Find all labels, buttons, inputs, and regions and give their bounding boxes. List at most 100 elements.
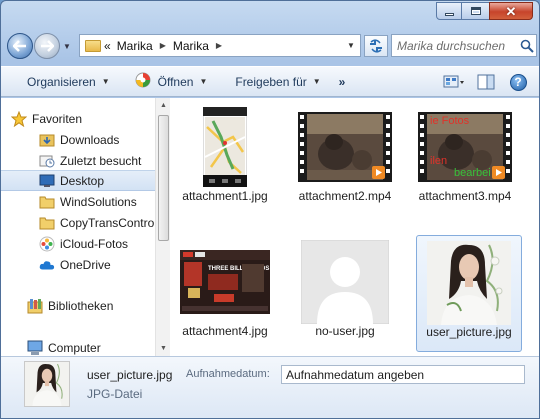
folder-icon bbox=[85, 39, 101, 52]
file-item[interactable]: THREE BILLBOARDS attachment4.jpg bbox=[175, 237, 275, 350]
nav-item-desktop[interactable]: Desktop bbox=[1, 170, 155, 191]
nav-item-icloud-photos[interactable]: iCloud-Fotos bbox=[39, 233, 155, 254]
file-thumbnail bbox=[297, 240, 393, 324]
scrollbar-thumb[interactable] bbox=[158, 115, 169, 241]
star-icon bbox=[11, 110, 27, 127]
nav-item-favorites[interactable]: Favoriten bbox=[11, 108, 155, 129]
nav-item-label: Zuletzt besucht bbox=[60, 153, 142, 168]
open-button[interactable]: Öffnen ▼ bbox=[126, 69, 216, 94]
folder-icon bbox=[39, 215, 55, 231]
recent-pages-dropdown[interactable]: ▼ bbox=[61, 36, 73, 56]
file-name: attachment1.jpg bbox=[182, 189, 268, 203]
organize-label: Organisieren bbox=[27, 74, 96, 89]
video-overlay-text: ie Fotos bbox=[430, 115, 470, 127]
chevron-down-icon: ▼ bbox=[101, 77, 110, 86]
nav-item-label: WindSolutions bbox=[60, 194, 137, 209]
navigation-pane: Favoriten Downloads Zuletzt besucht Desk… bbox=[1, 98, 155, 356]
search-input[interactable]: Marika durchsuchen bbox=[397, 39, 518, 53]
close-button[interactable]: ✕ bbox=[489, 2, 533, 20]
search-icon[interactable] bbox=[518, 37, 536, 55]
nav-item-label: CopyTransContro bbox=[60, 215, 155, 230]
file-name: attachment3.mp4 bbox=[418, 189, 512, 203]
nav-item-label: Downloads bbox=[60, 132, 120, 147]
video-thumbnail bbox=[298, 112, 392, 182]
video-thumbnail: ie Fotos ilen bearbei bbox=[418, 112, 512, 182]
poster-thumbnail: THREE BILLBOARDS bbox=[180, 250, 270, 314]
details-thumbnail bbox=[24, 361, 70, 407]
address-bar[interactable]: « Marika ▶ Marika ▶ ▼ bbox=[79, 34, 361, 57]
refresh-icon bbox=[370, 39, 382, 53]
nav-item-label: iCloud-Fotos bbox=[60, 236, 129, 251]
caption-buttons: ✕ bbox=[436, 2, 533, 20]
file-name: attachment2.mp4 bbox=[298, 189, 392, 203]
file-item[interactable]: attachment2.mp4 bbox=[295, 102, 395, 215]
breadcrumb-separator-icon[interactable]: ▶ bbox=[156, 41, 170, 50]
file-thumbnail bbox=[421, 241, 517, 325]
libraries-icon bbox=[27, 298, 43, 314]
back-arrow-icon bbox=[13, 40, 26, 52]
more-commands-button[interactable]: » bbox=[331, 69, 354, 94]
share-with-menu-button[interactable]: Freigeben für ▼ bbox=[227, 69, 328, 94]
chevron-down-icon: ▼ bbox=[199, 77, 208, 86]
file-name: attachment4.jpg bbox=[182, 324, 268, 338]
open-with-app-icon bbox=[134, 71, 152, 92]
nav-pane-scrollbar[interactable]: ▲ ▼ bbox=[155, 98, 170, 356]
date-taken-field[interactable]: Aufnahmedatum angeben bbox=[281, 365, 525, 384]
nav-item-label: Favoriten bbox=[32, 111, 83, 126]
search-box[interactable]: Marika durchsuchen bbox=[391, 34, 537, 57]
nav-item-windsolutions[interactable]: WindSolutions bbox=[39, 191, 155, 212]
file-thumbnail bbox=[297, 105, 393, 189]
file-thumbnail bbox=[177, 105, 273, 189]
details-filename: user_picture.jpg bbox=[87, 368, 173, 382]
file-thumbnail: THREE BILLBOARDS bbox=[177, 240, 273, 324]
back-button[interactable] bbox=[7, 33, 33, 59]
details-filetype: JPG-Datei bbox=[87, 387, 143, 401]
portrait-thumbnail bbox=[427, 241, 511, 325]
downloads-folder-icon bbox=[39, 132, 55, 148]
nav-item-computer[interactable]: Computer bbox=[27, 337, 155, 356]
open-label: Öffnen bbox=[157, 74, 194, 89]
scroll-down-icon[interactable]: ▼ bbox=[156, 341, 171, 356]
refresh-button[interactable] bbox=[364, 35, 388, 57]
nav-item-downloads[interactable]: Downloads bbox=[39, 129, 155, 150]
file-thumbnail: ie Fotos ilen bearbei bbox=[417, 105, 513, 189]
address-dropdown-icon[interactable]: ▼ bbox=[342, 41, 360, 50]
file-item[interactable]: no-user.jpg bbox=[295, 237, 395, 350]
recent-places-icon bbox=[39, 153, 55, 169]
nav-item-copytranscontrol[interactable]: CopyTransContro bbox=[39, 212, 155, 233]
file-item[interactable]: ie Fotos ilen bearbei attachment3.mp4 bbox=[415, 102, 515, 215]
nav-item-recent-places[interactable]: Zuletzt besucht bbox=[39, 150, 155, 171]
chevron-down-icon: ▼ bbox=[312, 77, 321, 86]
scroll-up-icon[interactable]: ▲ bbox=[156, 98, 171, 113]
help-icon: ? bbox=[509, 73, 527, 91]
file-name: user_picture.jpg bbox=[426, 325, 512, 339]
breadcrumb-item[interactable]: Marika bbox=[170, 35, 212, 56]
file-view: attachment1.jpg attachment2.mp4 ie Fotos… bbox=[172, 98, 539, 356]
explorer-window: ✕ ▼ « Marika ▶ Marika ▶ ▼ Marika durchsu… bbox=[0, 0, 540, 419]
minimize-button[interactable] bbox=[436, 2, 462, 20]
file-item[interactable]: attachment1.jpg bbox=[175, 102, 275, 215]
view-options-icon bbox=[443, 75, 464, 88]
explorer-body: Favoriten Downloads Zuletzt besucht Desk… bbox=[1, 98, 539, 356]
organize-menu-button[interactable]: Organisieren ▼ bbox=[19, 69, 118, 94]
details-pane: user_picture.jpg JPG-Datei Aufnahmedatum… bbox=[1, 356, 539, 418]
nav-item-label: Desktop bbox=[60, 173, 105, 188]
share-label: Freigeben für bbox=[235, 74, 307, 89]
help-button[interactable]: ? bbox=[505, 70, 531, 94]
nav-item-label: Computer bbox=[48, 340, 101, 355]
nav-item-onedrive[interactable]: OneDrive bbox=[39, 254, 155, 275]
toolbar-right-group: ? bbox=[441, 70, 531, 94]
file-item-selected[interactable]: user_picture.jpg bbox=[416, 235, 522, 352]
breadcrumb-overflow[interactable]: « bbox=[101, 35, 114, 56]
change-view-button[interactable] bbox=[441, 70, 467, 94]
computer-icon bbox=[27, 340, 43, 356]
maximize-button[interactable] bbox=[462, 2, 489, 20]
breadcrumb-separator-icon[interactable]: ▶ bbox=[212, 41, 226, 50]
nav-item-libraries[interactable]: Bibliotheken bbox=[27, 295, 155, 316]
map-screenshot-thumbnail bbox=[203, 107, 247, 187]
breadcrumb-item[interactable]: Marika bbox=[114, 35, 156, 56]
file-name: no-user.jpg bbox=[315, 324, 375, 338]
navigation-bar: ▼ « Marika ▶ Marika ▶ ▼ Marika durchsuch… bbox=[7, 31, 537, 61]
preview-pane-button[interactable] bbox=[473, 70, 499, 94]
forward-button[interactable] bbox=[34, 33, 60, 59]
